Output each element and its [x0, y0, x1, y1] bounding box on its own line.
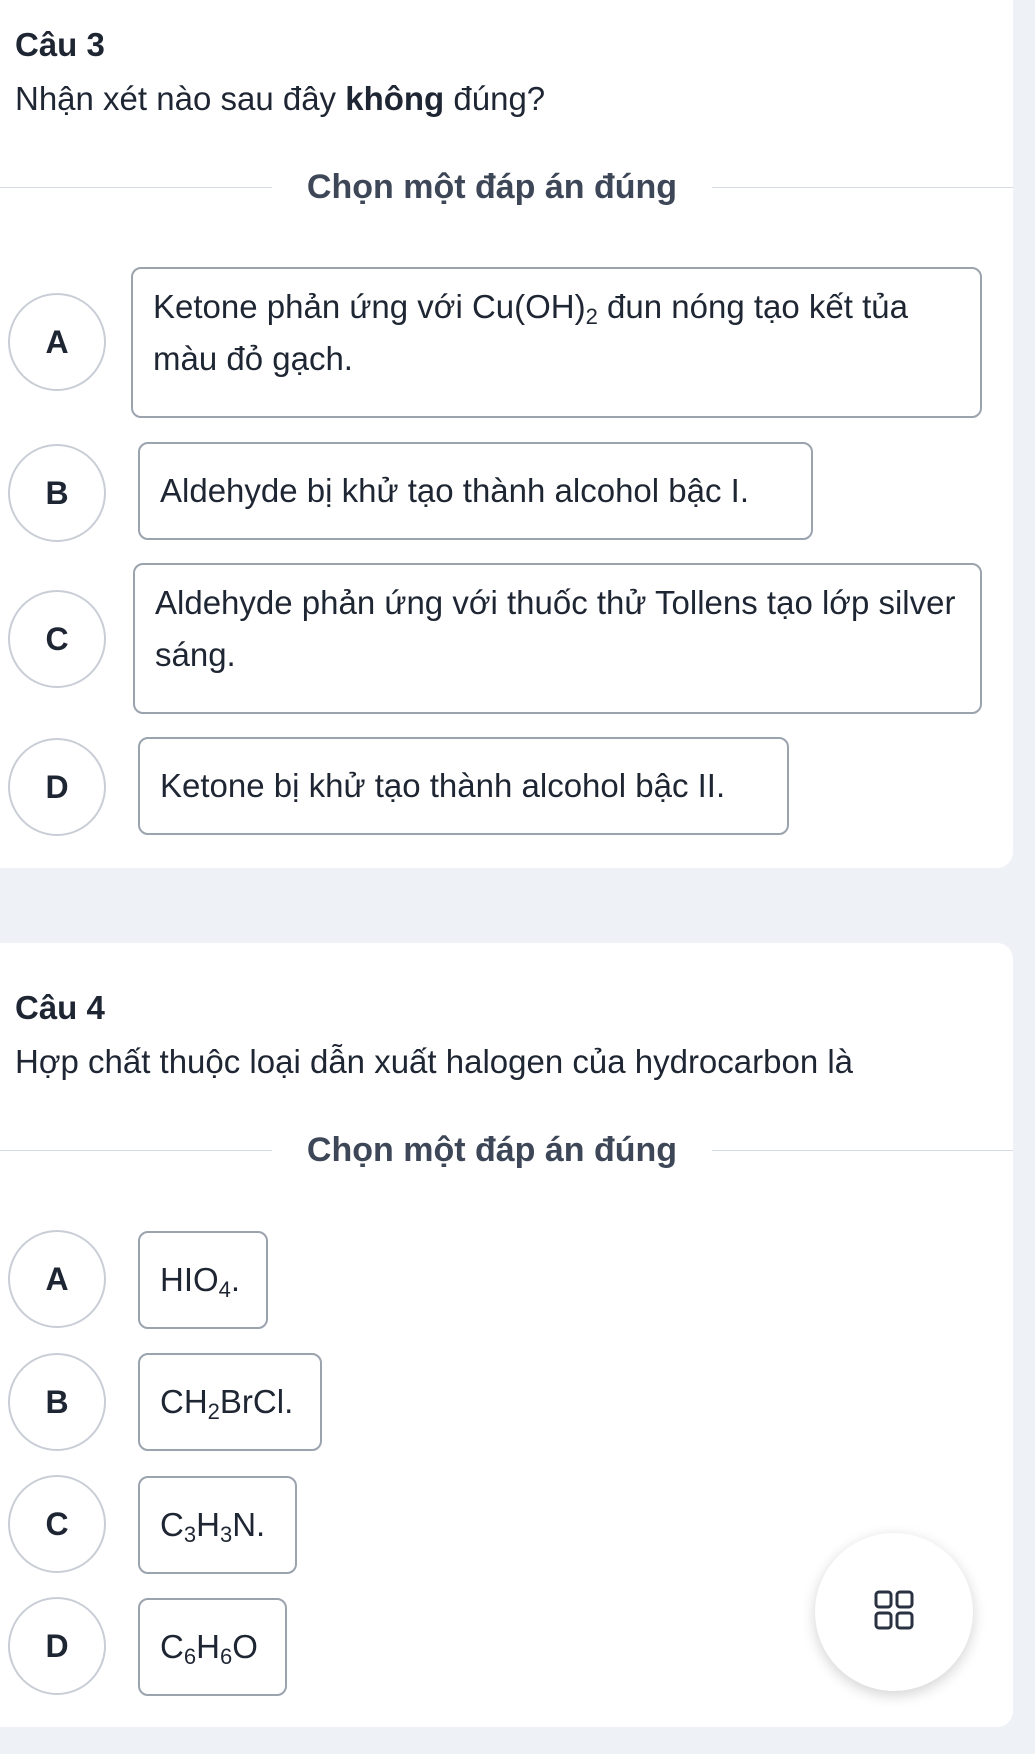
question-prompt: Nhận xét nào sau đây không đúng?	[15, 80, 546, 117]
question-card: Câu 3 Nhận xét nào sau đây không đúng? C…	[0, 0, 1013, 868]
option-c-text: C3H3N.	[160, 1506, 266, 1547]
option-c-text: Aldehyde phản ứng với thuốc thử Tollens …	[155, 584, 956, 673]
option-a[interactable]: HIO4.	[138, 1231, 268, 1329]
choose-answer-divider: Chọn một đáp án đúng	[0, 168, 1013, 208]
option-b-letter[interactable]: B	[8, 1353, 106, 1451]
option-d-letter[interactable]: D	[8, 1597, 106, 1695]
question-grid-button[interactable]	[815, 1533, 973, 1691]
question-title: Câu 3	[15, 26, 105, 63]
option-d-text: Ketone bị khử tạo thành alcohol bậc II.	[160, 767, 726, 804]
option-b-letter[interactable]: B	[8, 444, 106, 542]
option-d-letter[interactable]: D	[8, 738, 106, 836]
option-a-letter[interactable]: A	[8, 1230, 106, 1328]
option-a-text: HIO4.	[160, 1261, 241, 1302]
choose-answer-label: Chọn một đáp án đúng	[306, 168, 678, 206]
option-b[interactable]: CH2BrCl.	[138, 1353, 322, 1451]
question-prompt: Hợp chất thuộc loại dẫn xuất halogen của…	[15, 1043, 854, 1080]
option-d-text: C6H6O	[160, 1628, 258, 1669]
choose-answer-label: Chọn một đáp án đúng	[306, 1131, 678, 1169]
option-b-text: Aldehyde bị khử tạo thành alcohol bậc I.	[160, 472, 749, 509]
option-c-letter[interactable]: C	[8, 1475, 106, 1573]
option-a-text: Ketone phản ứng với Cu(OH)2 đun nóng tạo…	[153, 288, 908, 377]
option-c-letter[interactable]: C	[8, 590, 106, 688]
choose-answer-divider: Chọn một đáp án đúng	[0, 1131, 1013, 1171]
option-c[interactable]: C3H3N.	[138, 1476, 297, 1574]
option-b-text: CH2BrCl.	[160, 1383, 294, 1424]
option-d[interactable]: Ketone bị khử tạo thành alcohol bậc II.	[138, 737, 789, 835]
option-d[interactable]: C6H6O	[138, 1598, 287, 1696]
grid-icon	[874, 1590, 914, 1635]
option-b[interactable]: Aldehyde bị khử tạo thành alcohol bậc I.	[138, 442, 813, 540]
option-a-letter[interactable]: A	[8, 293, 106, 391]
option-c[interactable]: Aldehyde phản ứng với thuốc thử Tollens …	[133, 563, 982, 714]
option-a[interactable]: Ketone phản ứng với Cu(OH)2 đun nóng tạo…	[131, 267, 982, 418]
question-title: Câu 4	[15, 989, 105, 1026]
